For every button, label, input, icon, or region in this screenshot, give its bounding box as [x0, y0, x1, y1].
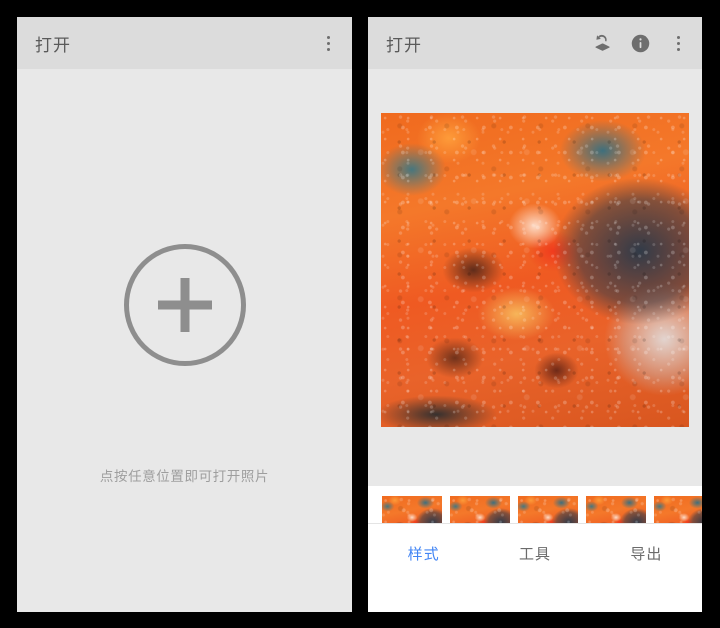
photo-canvas[interactable] [381, 112, 689, 427]
open-hint-text: 点按任意位置即可打开照片 [99, 469, 270, 484]
phone-panel-left: 打开 点按任意位置即可打开照片 [17, 17, 352, 612]
open-photo-area[interactable]: 点按任意位置即可打开照片 [17, 69, 352, 612]
bottom-tabbar: 样式 工具 导出 [368, 523, 702, 612]
photo-stage [368, 69, 702, 470]
dot [326, 41, 330, 45]
plus-circle-icon[interactable] [123, 243, 246, 366]
appbar-left: 打开 [17, 17, 352, 69]
photo-image [381, 112, 689, 427]
dot [676, 35, 680, 39]
appbar-right: 打开 [368, 17, 702, 69]
editor-body: 上次修改 Portrait Smooth [368, 69, 702, 612]
more-vert-icon[interactable] [318, 32, 338, 54]
dot [676, 41, 680, 45]
appbar-title-right: 打开 [386, 35, 422, 55]
undo-stack-icon[interactable] [591, 32, 613, 54]
tab-styles[interactable]: 样式 [368, 524, 479, 564]
appbar-title-left: 打开 [35, 35, 71, 55]
dot [676, 47, 680, 51]
info-icon[interactable] [630, 33, 651, 54]
dot [326, 47, 330, 51]
tab-tools[interactable]: 工具 [479, 524, 590, 564]
phone-panel-right: 打开 样式 工具 导出 [368, 17, 702, 612]
more-vert-icon[interactable] [668, 32, 688, 54]
dot [326, 35, 330, 39]
appbar-actions-left [318, 32, 338, 54]
appbar-actions-right [591, 32, 688, 54]
tab-export[interactable]: 导出 [591, 524, 702, 564]
